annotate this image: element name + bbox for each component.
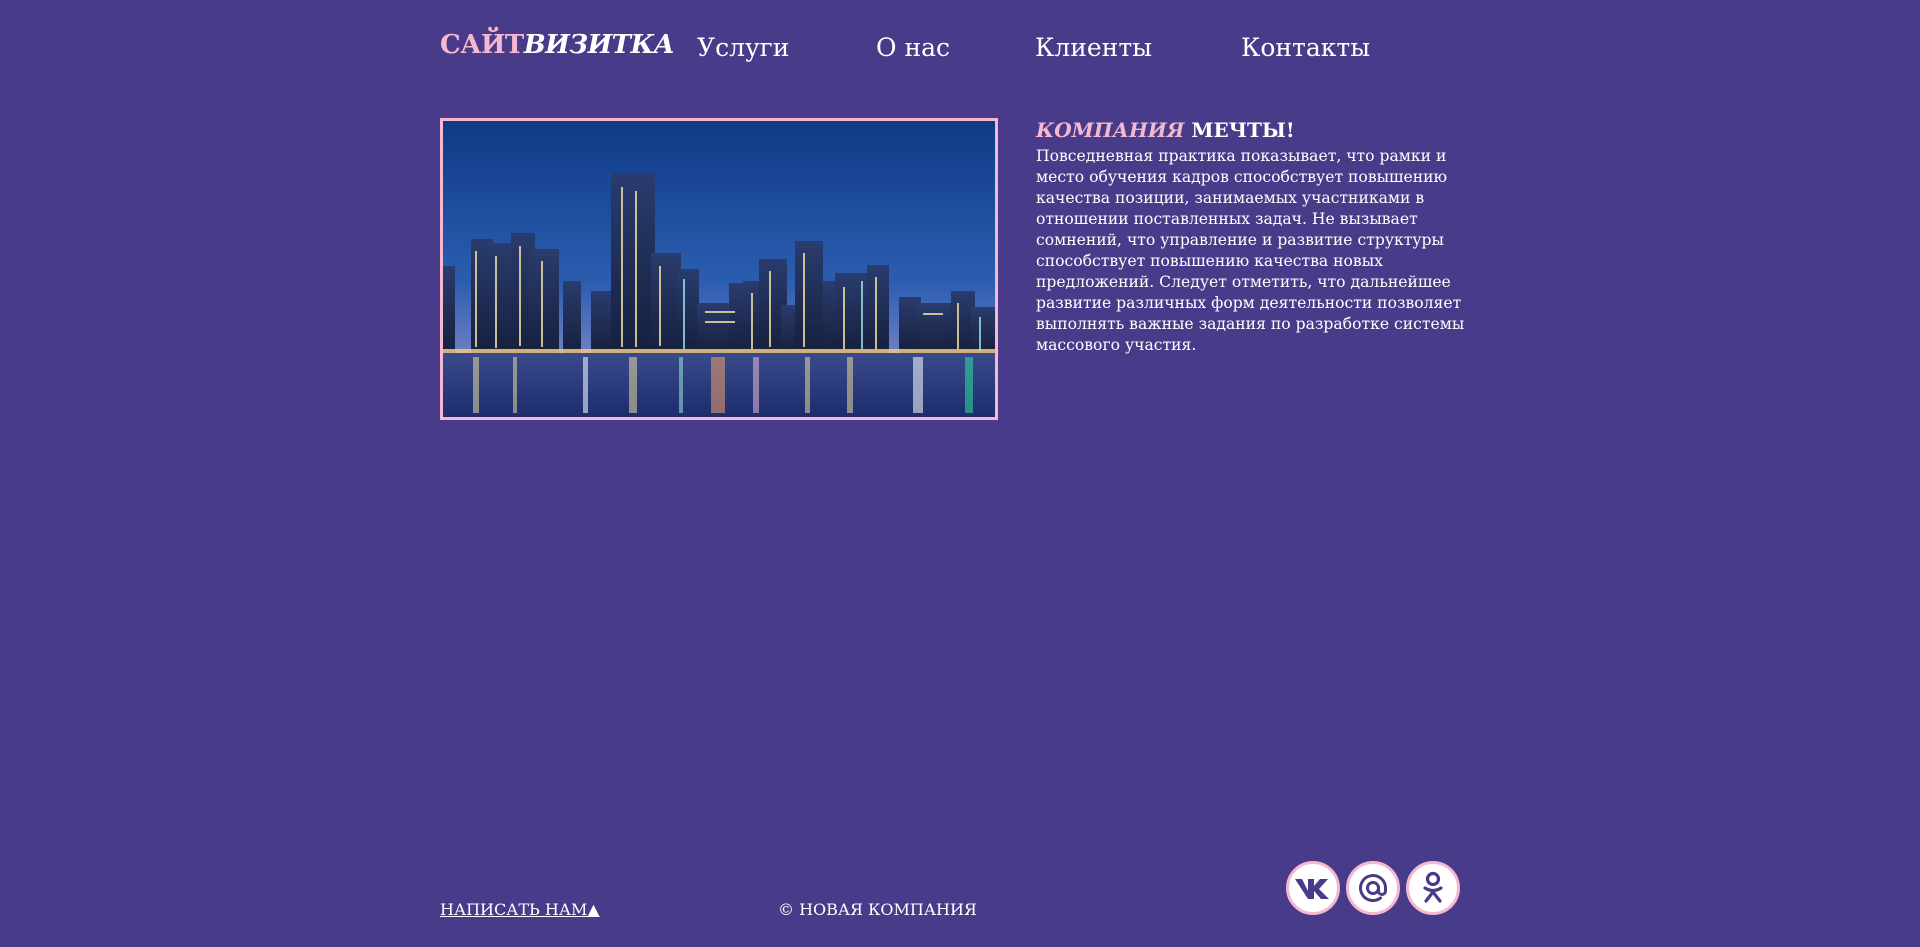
vk-button[interactable] [1286,861,1340,915]
page: САЙТВИЗИТКА Услуги О нас Клиенты Контакт… [0,0,1920,947]
headline-part-1: КОМПАНИЯ [1036,118,1185,142]
write-us-link[interactable]: НАПИСАТЬ НАМ▲ [440,900,600,919]
site-logo[interactable]: САЙТВИЗИТКА [440,30,675,60]
mail-icon [1357,872,1389,904]
nav-item-contacts[interactable]: Контакты [1241,33,1370,62]
nav-item-services[interactable]: Услуги [697,33,789,62]
body-text: Повседневная практика показывает, что ра… [1036,147,1465,354]
odnoklassniki-icon [1420,871,1446,905]
nav-item-about[interactable]: О нас [876,33,950,62]
vk-icon [1294,876,1332,900]
logo-part-1: САЙТ [440,30,524,60]
copyright: © НОВАЯ КОМПАНИЯ [778,900,977,919]
hero-image [440,118,998,420]
odnoklassniki-button[interactable] [1406,861,1460,915]
mail-button[interactable] [1346,861,1400,915]
headline: КОМПАНИЯ МЕЧТЫ! [1036,118,1295,142]
headline-part-2: МЕЧТЫ! [1191,118,1295,142]
nav-item-clients[interactable]: Клиенты [1035,33,1152,62]
logo-part-2: ВИЗИТКА [523,30,675,60]
